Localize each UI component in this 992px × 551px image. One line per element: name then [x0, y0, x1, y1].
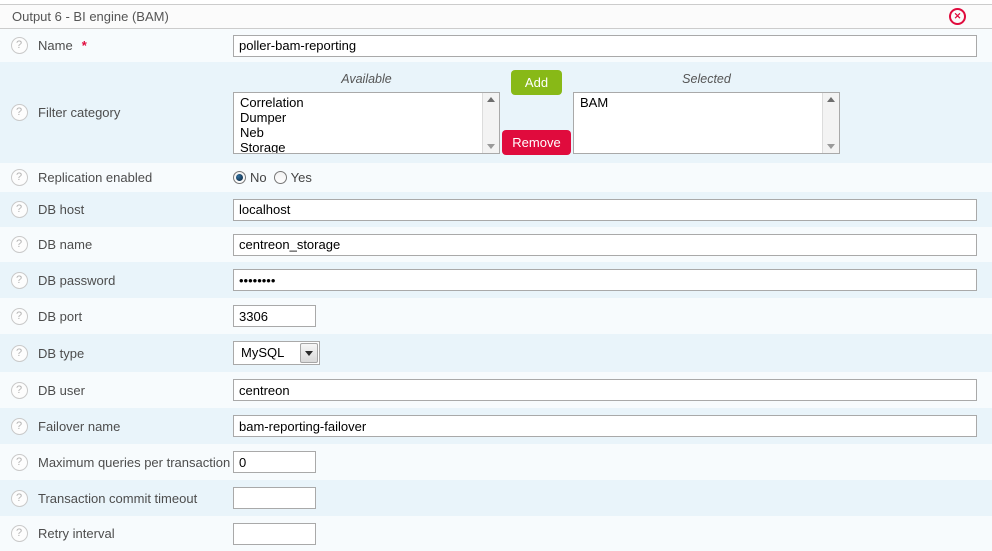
- help-icon[interactable]: ?: [11, 418, 28, 435]
- chevron-down-icon: [305, 351, 313, 356]
- field-label: DB user: [38, 383, 233, 398]
- form-row-db-type: ? DB type MySQL: [0, 334, 992, 372]
- selected-list-title: Selected: [573, 70, 840, 92]
- output-config-panel: Output 6 - BI engine (BAM) ✕ ? Name* ? F…: [0, 0, 992, 551]
- db-type-select[interactable]: MySQL: [233, 341, 320, 365]
- name-input[interactable]: [233, 35, 977, 57]
- commit-timeout-input[interactable]: [233, 487, 316, 509]
- form-row-replication-enabled: ? Replication enabled No Yes: [0, 163, 992, 192]
- radio-no-label[interactable]: No: [250, 170, 267, 185]
- db-password-input[interactable]: [233, 269, 977, 291]
- help-icon[interactable]: ?: [11, 308, 28, 325]
- field-label: DB name: [38, 237, 233, 252]
- field-label: Replication enabled: [38, 170, 233, 185]
- form-row-retry-interval: ? Retry interval: [0, 516, 992, 551]
- db-user-input[interactable]: [233, 379, 977, 401]
- dropdown-button[interactable]: [300, 343, 318, 363]
- available-listbox[interactable]: Correlation Dumper Neb Storage: [233, 92, 500, 154]
- remove-button[interactable]: Remove: [502, 130, 570, 155]
- section-title: Output 6 - BI engine (BAM): [12, 9, 169, 24]
- scroll-up-icon[interactable]: [487, 97, 495, 102]
- db-name-input[interactable]: [233, 234, 977, 256]
- help-icon[interactable]: ?: [11, 490, 28, 507]
- scroll-down-icon[interactable]: [827, 144, 835, 149]
- db-port-input[interactable]: [233, 305, 316, 327]
- scrollbar[interactable]: [822, 93, 839, 153]
- list-item[interactable]: Neb: [234, 125, 482, 140]
- list-item[interactable]: Dumper: [234, 110, 482, 125]
- radio-yes[interactable]: [274, 171, 287, 184]
- form-row-name: ? Name*: [0, 29, 992, 62]
- scroll-up-icon[interactable]: [827, 97, 835, 102]
- help-icon[interactable]: ?: [11, 37, 28, 54]
- scrollbar[interactable]: [482, 93, 499, 153]
- form-row-filter-category: ? Filter category Available Correlation …: [0, 62, 992, 163]
- list-item[interactable]: Correlation: [234, 95, 482, 110]
- form-row-failover-name: ? Failover name: [0, 408, 992, 444]
- form-row-db-password: ? DB password: [0, 262, 992, 298]
- help-icon[interactable]: ?: [11, 525, 28, 542]
- section-header: Output 6 - BI engine (BAM) ✕: [0, 4, 992, 29]
- form-row-commit-timeout: ? Transaction commit timeout: [0, 480, 992, 516]
- field-label: Maximum queries per transaction: [38, 455, 233, 470]
- help-icon[interactable]: ?: [11, 382, 28, 399]
- field-label: DB password: [38, 273, 233, 288]
- list-item[interactable]: BAM: [574, 95, 822, 110]
- help-icon[interactable]: ?: [11, 169, 28, 186]
- radio-yes-label[interactable]: Yes: [291, 170, 312, 185]
- form-row-db-port: ? DB port: [0, 298, 992, 334]
- close-icon[interactable]: ✕: [949, 8, 966, 25]
- field-label: DB host: [38, 202, 233, 217]
- form-row-db-name: ? DB name: [0, 227, 992, 262]
- field-label: Retry interval: [38, 526, 233, 541]
- help-icon[interactable]: ?: [11, 104, 28, 121]
- field-label: Filter category: [38, 105, 233, 120]
- retry-interval-input[interactable]: [233, 523, 316, 545]
- available-list-title: Available: [233, 70, 500, 92]
- selected-list-column: Selected BAM: [573, 70, 840, 154]
- list-item[interactable]: Storage: [234, 140, 482, 154]
- form-row-db-host: ? DB host: [0, 192, 992, 227]
- field-label: Name*: [38, 38, 233, 53]
- field-label: DB type: [38, 346, 233, 361]
- field-label: Transaction commit timeout: [38, 491, 233, 506]
- radio-no[interactable]: [233, 171, 246, 184]
- help-icon[interactable]: ?: [11, 272, 28, 289]
- scroll-down-icon[interactable]: [487, 144, 495, 149]
- form-row-max-queries: ? Maximum queries per transaction: [0, 444, 992, 480]
- required-asterisk: *: [82, 38, 87, 53]
- help-icon[interactable]: ?: [11, 454, 28, 471]
- max-queries-input[interactable]: [233, 451, 316, 473]
- add-button[interactable]: Add: [511, 70, 562, 95]
- db-host-input[interactable]: [233, 199, 977, 221]
- field-label: DB port: [38, 309, 233, 324]
- selected-listbox[interactable]: BAM: [573, 92, 840, 154]
- failover-name-input[interactable]: [233, 415, 977, 437]
- help-icon[interactable]: ?: [11, 201, 28, 218]
- help-icon[interactable]: ?: [11, 236, 28, 253]
- help-icon[interactable]: ?: [11, 345, 28, 362]
- form-row-db-user: ? DB user: [0, 372, 992, 408]
- field-label: Failover name: [38, 419, 233, 434]
- available-list-column: Available Correlation Dumper Neb Storage: [233, 70, 500, 154]
